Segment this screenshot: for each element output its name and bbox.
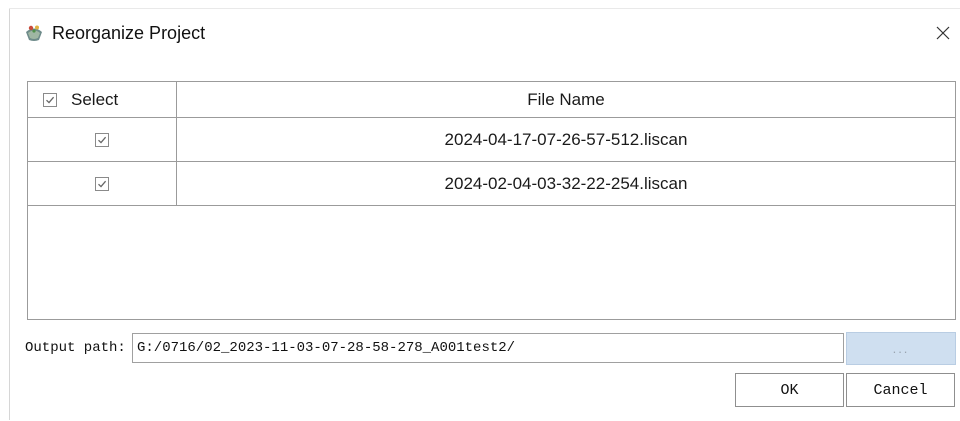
check-icon	[98, 180, 107, 188]
file-name-cell: 2024-02-04-03-32-22-254.liscan	[444, 173, 688, 193]
reorganize-project-dialog: Reorganize Project Select File Name 2024…	[0, 0, 960, 421]
table-header: Select File Name	[28, 82, 955, 118]
select-all-checkbox[interactable]	[43, 92, 57, 107]
row-checkbox[interactable]	[95, 132, 109, 147]
dialog-left-border	[9, 8, 10, 420]
row-select-cell	[28, 118, 177, 161]
file-table: Select File Name 2024-04-17-07-26-57-512…	[27, 81, 956, 320]
file-name-column-header[interactable]: File Name	[177, 82, 955, 117]
cancel-button[interactable]: Cancel	[846, 373, 955, 407]
table-row[interactable]: 2024-04-17-07-26-57-512.liscan	[28, 118, 955, 162]
select-column-header: Select	[28, 82, 177, 117]
select-column-label: Select	[71, 89, 119, 109]
dialog-title: Reorganize Project	[52, 23, 206, 43]
app-icon	[24, 23, 44, 43]
close-icon	[936, 26, 950, 40]
title-bar: Reorganize Project	[10, 9, 960, 57]
close-button[interactable]	[926, 17, 960, 49]
row-checkbox[interactable]	[95, 176, 109, 191]
output-path-input[interactable]: G:/0716/02_2023-11-03-07-28-58-278_A001t…	[132, 333, 844, 363]
check-icon	[98, 136, 107, 144]
file-name-cell: 2024-04-17-07-26-57-512.liscan	[444, 129, 688, 149]
ok-button[interactable]: OK	[735, 373, 844, 407]
row-select-cell	[28, 162, 177, 205]
table-row[interactable]: 2024-02-04-03-32-22-254.liscan	[28, 162, 955, 206]
browse-button[interactable]: ...	[846, 332, 956, 365]
check-icon	[46, 96, 55, 104]
output-path-label: Output path:	[25, 340, 126, 356]
